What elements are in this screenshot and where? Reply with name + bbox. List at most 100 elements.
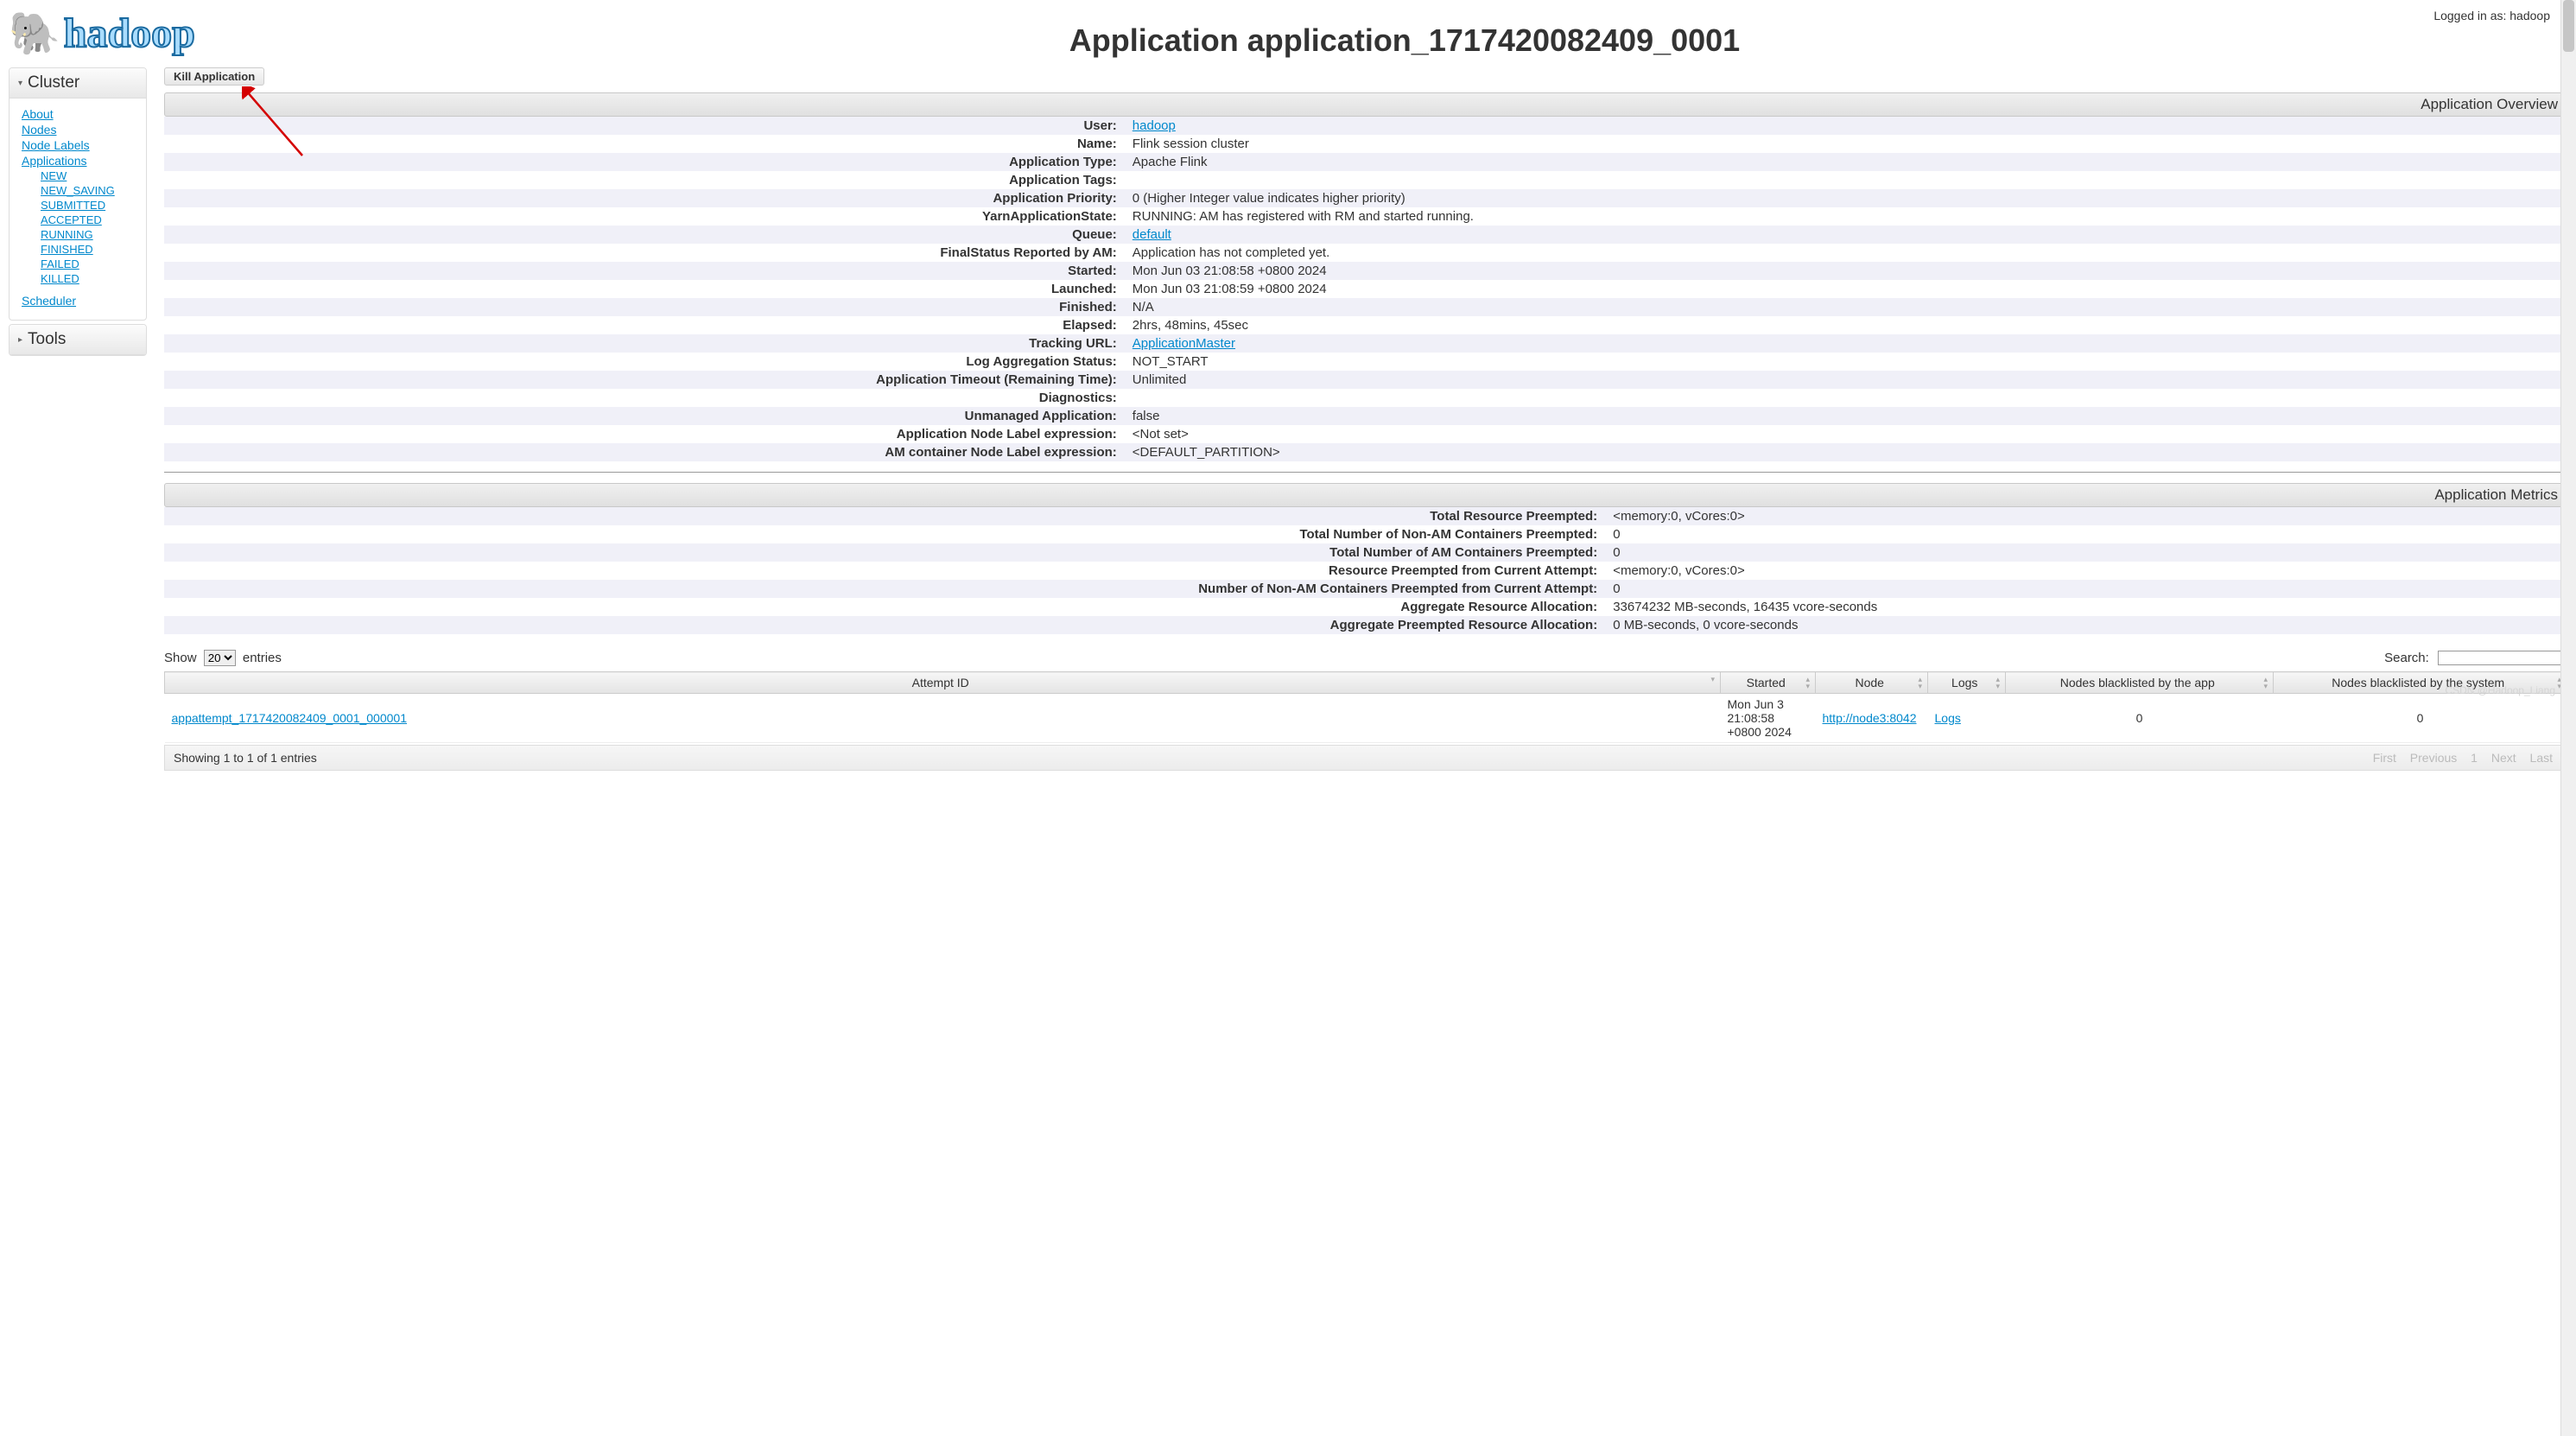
sort-icon: ▴▾ [1995,676,2000,689]
sidebar-tools-header[interactable]: Tools [10,325,146,355]
th-started[interactable]: Started▴▾ [1721,672,1816,694]
search-label: Search: [2384,651,2429,665]
label-priority: Application Priority: [164,189,1126,207]
table-row: appattempt_1717420082409_0001_000001 Mon… [165,694,2567,743]
value-trp: <memory:0, vCores:0> [1606,507,2567,525]
value-tags [1126,171,2567,189]
label-log-aggregation: Log Aggregation Status: [164,353,1126,371]
sidebar-link-scheduler[interactable]: Scheduler [22,294,137,308]
value-diagnostics [1126,389,2567,407]
value-final: Application has not completed yet. [1126,244,2567,262]
paginate-next[interactable]: Next [2491,751,2516,765]
scrollbar-thumb[interactable] [2563,0,2574,52]
section-divider [164,472,2567,473]
datatable-paginate: First Previous 1 Next Last [2368,751,2558,765]
entries-label: entries [243,651,282,665]
value-aggp: 0 MB-seconds, 0 vcore-seconds [1606,616,2567,634]
hadoop-logo: 🐘 hadoop [9,9,251,58]
sidebar-link-new[interactable]: NEW [41,169,137,182]
value-queue[interactable]: default [1133,227,1171,242]
application-metrics-title: Application Metrics [164,483,2567,507]
label-user: User: [164,117,1126,135]
label-nnam: Number of Non-AM Containers Preempted fr… [164,580,1606,598]
logo-text: hadoop [64,10,195,57]
application-overview-title: Application Overview [164,92,2567,117]
sidebar-link-node-labels[interactable]: Node Labels [22,138,137,152]
attempt-link[interactable]: appattempt_1717420082409_0001_000001 [172,711,408,725]
label-finished: Finished: [164,298,1126,316]
label-final: FinalStatus Reported by AM: [164,244,1126,262]
search-input[interactable] [2438,651,2567,665]
application-metrics-table: Total Resource Preempted:<memory:0, vCor… [164,507,2567,634]
value-tam: 0 [1606,543,2567,562]
value-tnam: 0 [1606,525,2567,543]
datatable-info: Showing 1 to 1 of 1 entries [174,751,317,765]
vertical-scrollbar[interactable] [2560,0,2576,1436]
value-log-aggregation: NOT_START [1126,353,2567,371]
kill-application-button[interactable]: Kill Application [164,67,264,86]
value-agg: 33674232 MB-seconds, 16435 vcore-seconds [1606,598,2567,616]
node-link[interactable]: http://node3:8042 [1823,711,1917,725]
paginate-first[interactable]: First [2373,751,2396,765]
label-am-node-label-expr: AM container Node Label expression: [164,443,1126,461]
label-agg: Aggregate Resource Allocation: [164,598,1606,616]
label-queue: Queue: [164,226,1126,244]
sort-icon: ▴▾ [1805,676,1810,689]
label-tracking: Tracking URL: [164,334,1126,353]
th-logs[interactable]: Logs▴▾ [1928,672,2006,694]
sort-icon: ▴▾ [1918,676,1922,689]
paginate-last[interactable]: Last [2530,751,2553,765]
datatable-search-control: Search: [2384,651,2567,665]
application-overview-table: User:hadoop Name:Flink session cluster A… [164,117,2567,461]
sidebar-link-nodes[interactable]: Nodes [22,123,137,137]
th-node[interactable]: Node▴▾ [1816,672,1928,694]
label-unmanaged: Unmanaged Application: [164,407,1126,425]
value-node-label-expr: <Not set> [1126,425,2567,443]
logged-in-user: Logged in as: hadoop [2433,9,2550,22]
label-aggp: Aggregate Preempted Resource Allocation: [164,616,1606,634]
sidebar-link-finished[interactable]: FINISHED [41,243,137,256]
sort-icon: ▴▾ [2263,676,2268,689]
logs-link[interactable]: Logs [1935,711,1961,725]
sidebar-link-running[interactable]: RUNNING [41,228,137,241]
sidebar-link-about[interactable]: About [22,107,137,121]
label-rpc: Resource Preempted from Current Attempt: [164,562,1606,580]
label-type: Application Type: [164,153,1126,171]
paginate-prev[interactable]: Previous [2410,751,2457,765]
value-nnam: 0 [1606,580,2567,598]
value-started: Mon Jun 03 21:08:58 +0800 2024 [1126,262,2567,280]
label-name: Name: [164,135,1126,153]
value-state: RUNNING: AM has registered with RM and s… [1126,207,2567,226]
th-attempt-id[interactable]: Attempt ID▾ [165,672,1721,694]
sidebar-link-accepted[interactable]: ACCEPTED [41,213,137,226]
show-label: Show [164,651,197,665]
value-rpc: <memory:0, vCores:0> [1606,562,2567,580]
cell-blacklist-app: 0 [2006,694,2274,743]
sidebar-link-killed[interactable]: KILLED [41,272,137,285]
value-elapsed: 2hrs, 48mins, 45sec [1126,316,2567,334]
value-finished: N/A [1126,298,2567,316]
entries-select[interactable]: 20 [204,650,236,666]
value-type: Apache Flink [1126,153,2567,171]
value-timeout: Unlimited [1126,371,2567,389]
sidebar-link-failed[interactable]: FAILED [41,257,137,270]
label-tags: Application Tags: [164,171,1126,189]
sidebar-link-applications[interactable]: Applications [22,154,137,168]
sidebar-link-submitted[interactable]: SUBMITTED [41,199,137,212]
value-tracking[interactable]: ApplicationMaster [1133,336,1235,351]
label-elapsed: Elapsed: [164,316,1126,334]
sidebar-link-new-saving[interactable]: NEW_SAVING [41,184,137,197]
value-user[interactable]: hadoop [1133,118,1176,133]
value-priority: 0 (Higher Integer value indicates higher… [1126,189,2567,207]
paginate-page-1[interactable]: 1 [2471,751,2478,765]
label-started: Started: [164,262,1126,280]
value-am-node-label-expr: <DEFAULT_PARTITION> [1126,443,2567,461]
cell-blacklist-sys: 0 [2274,694,2567,743]
label-state: YarnApplicationState: [164,207,1126,226]
datatable-length-control: Show 20 entries [164,650,282,666]
value-unmanaged: false [1126,407,2567,425]
watermark: CSDN @Hadoop_Liang [2445,684,2555,696]
elephant-icon: 🐘 [9,9,60,58]
sidebar-cluster-header[interactable]: Cluster [10,68,146,98]
th-blacklist-app[interactable]: Nodes blacklisted by the app▴▾ [2006,672,2274,694]
